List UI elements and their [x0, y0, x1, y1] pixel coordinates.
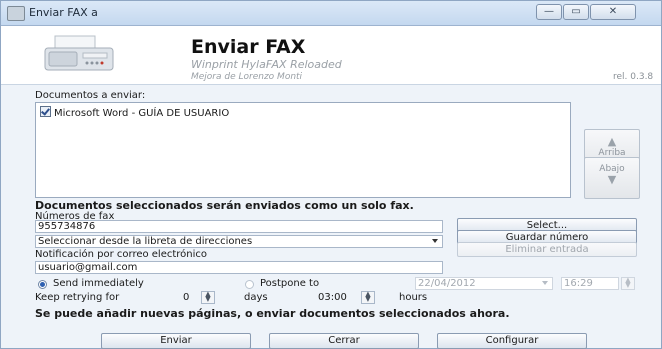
- app-credit: Mejora de Lorenzo Monti: [191, 72, 303, 82]
- chevron-down-icon[interactable]: [542, 281, 548, 285]
- spin-down-icon[interactable]: ▼: [202, 296, 214, 303]
- arrow-up-icon: ▲: [607, 135, 617, 148]
- documents-label: Documentos a enviar:: [35, 90, 146, 101]
- document-checkbox[interactable]: [40, 106, 51, 117]
- send-button[interactable]: Enviar: [101, 333, 251, 349]
- move-down-button[interactable]: Abajo ▼: [584, 157, 640, 199]
- days-spinner[interactable]: ▲ ▼: [201, 291, 215, 304]
- retry-days-value[interactable]: 0: [183, 292, 189, 303]
- postpone-label: Postpone to: [260, 278, 320, 289]
- postpone-time-input[interactable]: 16:29: [561, 277, 619, 290]
- retry-hours-value[interactable]: 03:00: [318, 292, 347, 303]
- addressbook-select[interactable]: Seleccionar desde la libreta de direccio…: [35, 235, 443, 248]
- fax-number-input[interactable]: 955734876: [35, 220, 443, 233]
- email-input[interactable]: usuario@gmail.com: [35, 261, 443, 274]
- header-banner: Enviar FAX Winprint HylaFAX Reloaded Mej…: [1, 26, 661, 85]
- window-title: Enviar FAX a: [29, 6, 98, 19]
- postpone-date-picker[interactable]: 22/04/2012: [415, 277, 553, 290]
- postpone-radio[interactable]: [245, 280, 254, 289]
- minimize-button[interactable]: —: [536, 4, 562, 20]
- close-dialog-button[interactable]: Cerrar: [269, 333, 419, 349]
- send-immediately-label: Send immediately: [53, 278, 144, 289]
- arrow-down-icon: ▼: [607, 173, 617, 186]
- close-button[interactable]: ✕: [590, 4, 636, 20]
- fax-machine-icon: [44, 35, 114, 71]
- app-version: rel. 0.3.8: [613, 72, 654, 82]
- hours-spinner[interactable]: ▲ ▼: [361, 291, 375, 304]
- window-icon: [7, 6, 25, 21]
- add-pages-note: Se puede añadir nuevas páginas, o enviar…: [35, 307, 510, 320]
- spin-down-icon[interactable]: ▼: [362, 296, 374, 303]
- days-label: days: [244, 292, 268, 303]
- document-name: Microsoft Word - GUÍA DE USUARIO: [54, 108, 230, 119]
- email-notification-label: Notificación por correo electrónico: [35, 249, 208, 260]
- configure-button[interactable]: Configurar: [437, 333, 587, 349]
- app-title: Enviar FAX: [191, 36, 306, 58]
- send-fax-window: Enviar FAX a — ▭ ✕ Enviar FAX Winprint H…: [0, 0, 662, 349]
- postpone-date-value: 22/04/2012: [418, 278, 476, 289]
- time-spinner[interactable]: ▲ ▼: [621, 277, 635, 290]
- documents-list[interactable]: Microsoft Word - GUÍA DE USUARIO: [35, 102, 571, 198]
- delete-entry-button[interactable]: Eliminar entrada: [457, 242, 637, 257]
- hours-label: hours: [399, 292, 428, 303]
- spin-down-icon[interactable]: ▼: [622, 282, 634, 289]
- title-bar[interactable]: Enviar FAX a — ▭ ✕: [1, 1, 661, 26]
- addressbook-select-value: Seleccionar desde la libreta de direccio…: [38, 236, 253, 247]
- app-subtitle: Winprint HylaFAX Reloaded: [191, 58, 342, 71]
- keep-retrying-label: Keep retrying for: [35, 292, 120, 303]
- chevron-down-icon[interactable]: [432, 239, 438, 243]
- send-immediately-radio[interactable]: [38, 280, 47, 289]
- list-item[interactable]: Microsoft Word - GUÍA DE USUARIO: [40, 106, 229, 119]
- maximize-button[interactable]: ▭: [563, 4, 589, 20]
